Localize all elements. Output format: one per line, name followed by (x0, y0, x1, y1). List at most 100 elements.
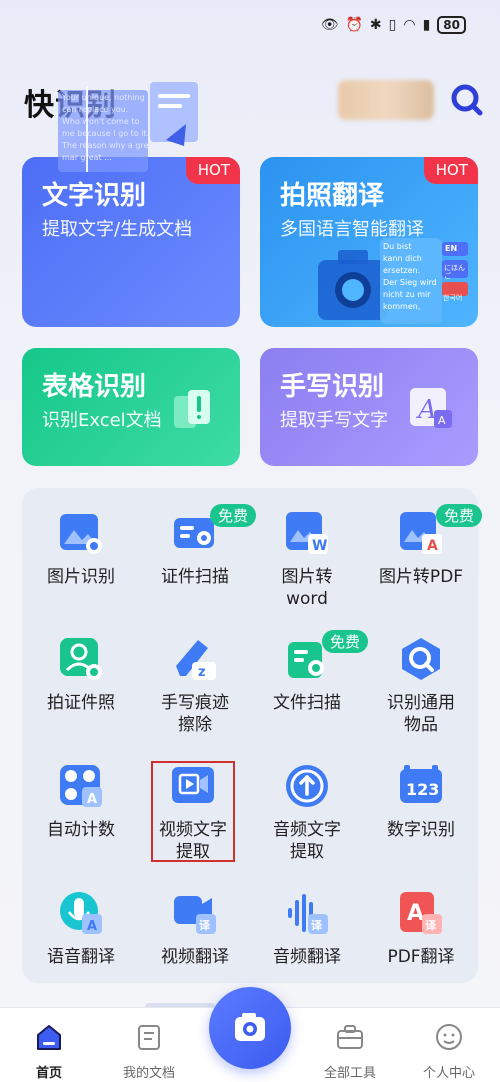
tool-label: 音频文字 提取 (273, 820, 341, 862)
hot-badge: HOT (423, 157, 478, 184)
search-button[interactable] (450, 82, 484, 118)
alarm-icon: ⏰ (345, 17, 363, 33)
tool-label: 音频翻译 (273, 947, 341, 967)
number-recognize-icon: 123 (398, 763, 444, 809)
excel-icon (174, 390, 210, 428)
tool-image-to-word[interactable]: W 图片转 word (250, 510, 364, 610)
tool-label: 识别通用 物品 (387, 693, 455, 735)
nav-home[interactable]: 首页 (4, 1022, 94, 1081)
tool-label: 证件扫描 (161, 567, 229, 587)
search-icon (451, 84, 483, 116)
tool-id-scan[interactable]: 免费 证件扫描 (138, 504, 257, 588)
tool-label: PDF翻译 (387, 947, 455, 967)
tool-label: 视频翻译 (161, 947, 229, 967)
svg-text:译: 译 (425, 919, 437, 932)
tool-label: 拍证件照 (47, 693, 115, 713)
tool-id-photo[interactable]: 拍证件照 (24, 636, 138, 714)
tool-label: 文件扫描 (273, 693, 341, 713)
lang-tag-ja: にほんご (444, 264, 465, 280)
tool-pdf-translate[interactable]: A译 PDF翻译 (364, 890, 478, 968)
nav-label: 个人中心 (422, 1066, 475, 1081)
card-subtitle: 识别Excel文档 (42, 410, 162, 431)
card-subtitle: 提取手写文字 (280, 410, 388, 431)
camera-button[interactable] (209, 987, 291, 1069)
tool-voice-translate[interactable]: A 语音翻译 (24, 890, 138, 968)
battery-indicator: 80 (437, 16, 466, 34)
svg-text:A: A (87, 792, 97, 807)
svg-text:123: 123 (406, 780, 439, 799)
svg-text:W: W (312, 538, 327, 554)
audio-text-icon (284, 763, 330, 809)
translate-sample-text: Du bist kann dich ersetzen. Der Sieg wir… (383, 242, 437, 311)
svg-text:译: 译 (311, 919, 323, 932)
object-recognize-icon (398, 636, 444, 682)
voice-translate-icon: A (58, 890, 104, 936)
documents-icon (138, 1025, 160, 1050)
ocr-sample-text: Your unique, nothing can replace you. Wh… (62, 93, 157, 162)
wifi-icon: ◠ (403, 17, 416, 33)
card-title: 表格识别 (42, 372, 147, 402)
image-to-word-icon: W (284, 510, 330, 556)
id-photo-icon (58, 636, 104, 682)
svg-text:A: A (416, 395, 437, 425)
nav-profile[interactable]: 个人中心 (404, 1022, 494, 1081)
avatar[interactable] (338, 80, 434, 120)
tool-label: 图片识别 (47, 567, 115, 587)
tool-audio-text-extract[interactable]: 音频文字 提取 (250, 763, 364, 863)
nav-label: 首页 (35, 1066, 62, 1081)
lang-tag-en: EN (445, 244, 458, 253)
tool-auto-count[interactable]: A 自动计数 (24, 763, 138, 841)
tool-label: 自动计数 (47, 820, 115, 840)
profile-icon (436, 1024, 462, 1050)
toolbox-icon (337, 1025, 363, 1049)
free-badge: 免费 (436, 504, 483, 527)
status-bar: 👁 ⏰ ✱ ▯ ◠ ▮ 80 (0, 0, 500, 52)
auto-count-icon: A (58, 763, 104, 809)
image-to-pdf-icon: 免费 A (398, 504, 483, 556)
svg-text:A: A (87, 919, 97, 934)
tool-label: 图片转 word (281, 567, 333, 609)
card-subtitle: 提取文字/生成文档 (42, 219, 193, 240)
tool-image-to-pdf[interactable]: 免费 A 图片转PDF (364, 504, 483, 588)
image-recognize-icon (58, 510, 104, 556)
id-scan-icon: 免费 (172, 504, 257, 556)
svg-text:z: z (198, 665, 206, 680)
audio-translate-icon: 译 (284, 890, 330, 936)
tool-label: 语音翻译 (47, 947, 115, 967)
nav-documents[interactable]: 我的文档 (104, 1022, 194, 1081)
tool-audio-translate[interactable]: 译 音频翻译 (250, 890, 364, 968)
card-text-recognition[interactable]: HOT 文字识别 提取文字/生成文档 (22, 157, 240, 327)
video-translate-icon: 译 (172, 890, 218, 936)
camera-icon (235, 1013, 265, 1041)
svg-text:A: A (407, 901, 424, 926)
card-handwriting-recognition[interactable]: 手写识别 提取手写文字 A A (260, 348, 478, 466)
tool-label: 手写痕迹 擦除 (161, 693, 229, 735)
eye-icon: 👁 (320, 17, 339, 33)
nav-label: 全部工具 (323, 1066, 376, 1081)
free-badge: 免费 (210, 504, 257, 527)
selection-highlight (151, 761, 235, 862)
card-table-recognition[interactable]: 表格识别 识别Excel文档 (22, 348, 240, 466)
card-title: 文字识别 (42, 181, 147, 211)
handwriting-erase-icon: z (172, 636, 218, 682)
lang-tag-ko: 한국어 (443, 294, 463, 302)
bluetooth-icon: ✱ (369, 17, 382, 33)
card-title: 拍照翻译 (280, 181, 385, 211)
vibrate-icon: ▯ (388, 17, 397, 33)
tool-video-translate[interactable]: 译 视频翻译 (138, 890, 252, 968)
nav-label: 我的文档 (122, 1066, 175, 1081)
tool-file-scan[interactable]: 免费 文件扫描 (250, 630, 369, 714)
file-scan-icon: 免费 (284, 630, 369, 682)
tool-object-recognition[interactable]: 识别通用 物品 (364, 636, 478, 736)
tool-label: 图片转PDF (378, 567, 464, 587)
pdf-translate-icon: A译 (398, 890, 444, 936)
free-badge: 免费 (322, 630, 369, 653)
status-icons: 👁 ⏰ ✱ ▯ ◠ ▮ 80 (321, 16, 466, 34)
svg-text:A: A (438, 414, 446, 427)
card-title: 手写识别 (280, 372, 385, 402)
tool-handwriting-erase[interactable]: z 手写痕迹 擦除 (138, 636, 252, 736)
tool-image-recognition[interactable]: 图片识别 (24, 510, 138, 588)
nav-all-tools[interactable]: 全部工具 (305, 1022, 395, 1081)
home-icon (37, 1025, 61, 1050)
tool-number-recognition[interactable]: 123 数字识别 (364, 763, 478, 841)
